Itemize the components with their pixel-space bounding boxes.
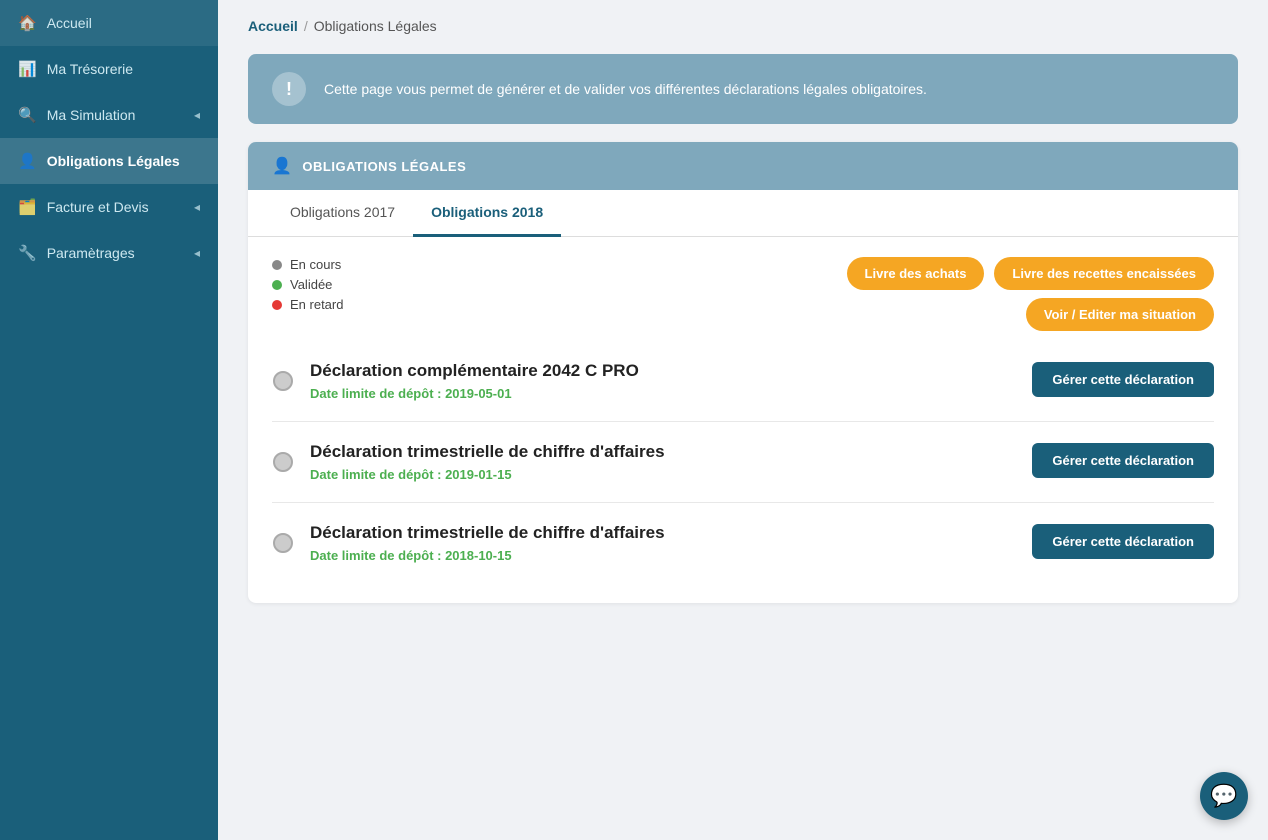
declaration-content-3: Déclaration trimestrielle de chiffre d'a… — [310, 523, 1032, 563]
chat-icon: 💬 — [1210, 783, 1237, 809]
main-content: Accueil / Obligations Légales ! Cette pa… — [218, 0, 1268, 840]
action-buttons-row-2: Voir / Editer ma situation — [1026, 298, 1214, 331]
legend-label-en-cours: En cours — [290, 257, 341, 272]
simulation-icon: 🔍 — [18, 106, 37, 124]
parametrages-icon: 🔧 — [18, 244, 37, 262]
breadcrumb-home[interactable]: Accueil — [248, 18, 298, 34]
sidebar-label-parametrages: Paramètrages — [47, 245, 135, 261]
chat-bubble[interactable]: 💬 — [1200, 772, 1248, 820]
tab-2018[interactable]: Obligations 2018 — [413, 190, 561, 237]
declaration-action-1: Gérer cette déclaration — [1032, 361, 1214, 401]
declaration-list: Déclaration complémentaire 2042 C PRO Da… — [248, 341, 1238, 603]
declaration-content-2: Déclaration trimestrielle de chiffre d'a… — [310, 442, 1032, 482]
obligations-section: 👤 OBLIGATIONS LÉGALES Obligations 2017 O… — [248, 142, 1238, 603]
sidebar-item-tresorerie[interactable]: 📊 Ma Trésorerie — [0, 46, 218, 92]
declaration-action-2: Gérer cette déclaration — [1032, 442, 1214, 482]
livre-achats-button[interactable]: Livre des achats — [847, 257, 985, 290]
indicator-2 — [272, 442, 294, 482]
legend-label-en-retard: En retard — [290, 297, 343, 312]
declaration-title-2: Déclaration trimestrielle de chiffre d'a… — [310, 442, 1032, 462]
indicator-circle-3 — [273, 533, 293, 553]
sidebar-item-facture[interactable]: 🗂️ Facture et Devis ◂ — [0, 184, 218, 230]
legend-validee: Validée — [272, 277, 343, 292]
declaration-date-2: Date limite de dépôt : 2019-01-15 — [310, 467, 1032, 482]
legend-en-retard: En retard — [272, 297, 343, 312]
breadcrumb-separator: / — [304, 18, 308, 34]
declaration-date-1: Date limite de dépôt : 2019-05-01 — [310, 386, 1032, 401]
info-banner: ! Cette page vous permet de générer et d… — [248, 54, 1238, 124]
indicator-3 — [272, 523, 294, 563]
indicator-1 — [272, 361, 294, 401]
gerer-declaration-2-button[interactable]: Gérer cette déclaration — [1032, 443, 1214, 478]
breadcrumb-current: Obligations Légales — [314, 18, 437, 34]
sidebar-label-accueil: Accueil — [47, 15, 92, 31]
legend-en-cours: En cours — [272, 257, 343, 272]
sidebar-item-simulation[interactable]: 🔍 Ma Simulation ◂ — [0, 92, 218, 138]
declaration-title-3: Déclaration trimestrielle de chiffre d'a… — [310, 523, 1032, 543]
info-banner-text: Cette page vous permet de générer et de … — [324, 81, 927, 97]
section-header: 👤 OBLIGATIONS LÉGALES — [248, 142, 1238, 190]
obligations-icon: 👤 — [18, 152, 37, 170]
sidebar-item-obligations[interactable]: 👤 Obligations Légales — [0, 138, 218, 184]
voir-editer-button[interactable]: Voir / Editer ma situation — [1026, 298, 1214, 331]
legend: En cours Validée En retard — [272, 257, 343, 312]
declaration-action-3: Gérer cette déclaration — [1032, 523, 1214, 563]
section-header-title: OBLIGATIONS LÉGALES — [302, 159, 466, 174]
declaration-item-3: Déclaration trimestrielle de chiffre d'a… — [272, 503, 1214, 583]
section-header-icon: 👤 — [272, 156, 292, 176]
home-icon: 🏠 — [18, 14, 37, 32]
dot-en-cours — [272, 260, 282, 270]
sidebar-label-tresorerie: Ma Trésorerie — [47, 61, 133, 77]
legend-row: En cours Validée En retard Livre des ach… — [248, 237, 1238, 341]
indicator-circle-1 — [273, 371, 293, 391]
sidebar-label-obligations: Obligations Légales — [47, 153, 180, 169]
sidebar-item-accueil[interactable]: 🏠 Accueil — [0, 0, 218, 46]
declaration-title-1: Déclaration complémentaire 2042 C PRO — [310, 361, 1032, 381]
gerer-declaration-3-button[interactable]: Gérer cette déclaration — [1032, 524, 1214, 559]
action-buttons: Livre des achats Livre des recettes enca… — [847, 257, 1214, 331]
declaration-item-2: Déclaration trimestrielle de chiffre d'a… — [272, 422, 1214, 503]
legend-label-validee: Validée — [290, 277, 332, 292]
info-icon: ! — [272, 72, 306, 106]
tresorerie-icon: 📊 — [18, 60, 37, 78]
sidebar-label-simulation: Ma Simulation — [47, 107, 136, 123]
livre-recettes-button[interactable]: Livre des recettes encaissées — [994, 257, 1214, 290]
facture-icon: 🗂️ — [18, 198, 37, 216]
declaration-date-3: Date limite de dépôt : 2018-10-15 — [310, 548, 1032, 563]
declaration-content-1: Déclaration complémentaire 2042 C PRO Da… — [310, 361, 1032, 401]
chevron-facture-icon: ◂ — [194, 200, 200, 214]
sidebar: 🏠 Accueil 📊 Ma Trésorerie 🔍 Ma Simulatio… — [0, 0, 218, 840]
dot-validee — [272, 280, 282, 290]
chevron-parametrages-icon: ◂ — [194, 246, 200, 260]
declaration-item-1: Déclaration complémentaire 2042 C PRO Da… — [272, 341, 1214, 422]
dot-en-retard — [272, 300, 282, 310]
gerer-declaration-1-button[interactable]: Gérer cette déclaration — [1032, 362, 1214, 397]
sidebar-item-parametrages[interactable]: 🔧 Paramètrages ◂ — [0, 230, 218, 276]
tabs-container: Obligations 2017 Obligations 2018 — [248, 190, 1238, 237]
indicator-circle-2 — [273, 452, 293, 472]
breadcrumb: Accueil / Obligations Légales — [218, 0, 1268, 44]
action-buttons-row-1: Livre des achats Livre des recettes enca… — [847, 257, 1214, 290]
sidebar-label-facture: Facture et Devis — [47, 199, 149, 215]
chevron-simulation-icon: ◂ — [194, 108, 200, 122]
tab-2017[interactable]: Obligations 2017 — [272, 190, 413, 237]
